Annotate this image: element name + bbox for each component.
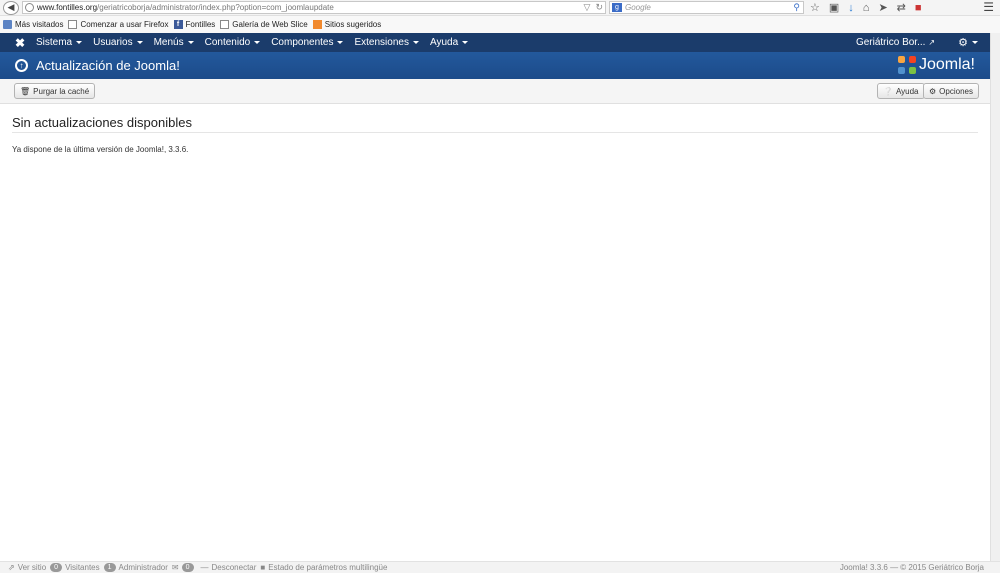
hamburger-menu-icon[interactable]: ☰ <box>983 0 994 15</box>
bookmarks-bar: Más visitados Comenzar a usar Firefox fF… <box>0 16 1000 34</box>
bookmark-most-visited[interactable]: Más visitados <box>3 20 63 29</box>
gear-icon: ⚙ <box>929 86 937 96</box>
caret-icon <box>76 41 83 44</box>
caret-icon <box>136 41 143 44</box>
upload-icon: ↑ <box>15 59 28 72</box>
multilang-status[interactable]: ■ Estado de parámetros multilingüe <box>260 563 387 572</box>
tools-icon[interactable]: ⇄ <box>897 1 906 14</box>
joomla-logo: Joomla! <box>897 54 975 76</box>
content-heading: Sin actualizaciones disponibles <box>12 115 192 130</box>
dropdown-icon[interactable]: ▽ <box>584 2 591 13</box>
admins-indicator: 1 Administrador <box>103 563 168 572</box>
nav-help[interactable]: Ayuda <box>430 37 469 48</box>
footer-copyright: Joomla! 3.3.6 — © 2015 Geriátrico Borja <box>839 563 984 572</box>
search-input[interactable]: g Google ⚲ <box>609 1 804 14</box>
nav-extensions[interactable]: Extensiones <box>354 37 419 48</box>
globe-icon <box>25 3 34 12</box>
gear-icon: ⚙ <box>958 37 968 49</box>
status-message: Ya dispone de la última versión de Jooml… <box>12 145 189 154</box>
trash-icon: 🗑 <box>20 86 31 96</box>
caret-icon <box>337 41 344 44</box>
external-link-icon: ↗ <box>928 38 936 47</box>
download-icon[interactable]: ↓ <box>848 2 854 14</box>
messages-indicator[interactable]: ✉ 0 <box>172 563 197 572</box>
nav-content[interactable]: Contenido <box>205 37 261 48</box>
folder-icon <box>3 20 12 29</box>
back-button[interactable]: ◀ <box>3 0 19 15</box>
caret-icon <box>972 41 978 44</box>
bookmark-suggested[interactable]: Sitios sugeridos <box>312 20 381 29</box>
action-toolbar: 🗑 Purgar la caché ❔ Ayuda ⚙ Opciones <box>0 79 990 104</box>
bookmark-firefox[interactable]: Comenzar a usar Firefox <box>68 20 169 29</box>
view-site-link[interactable]: ⇗ Ver sitio <box>8 563 46 572</box>
page-icon <box>68 20 78 29</box>
star-icon[interactable]: ☆ <box>810 1 820 14</box>
nav-users[interactable]: Usuarios <box>93 37 143 48</box>
joomla-logo-icon <box>897 56 916 74</box>
addon-icon[interactable]: ■ <box>915 2 922 14</box>
caret-icon <box>412 41 419 44</box>
share-icon: ⇗ <box>8 563 15 572</box>
caret-icon <box>462 41 469 44</box>
status-bar: ⇗ Ver sitio 0 Visitantes 1 Administrador ✉ 0… <box>0 561 1000 573</box>
question-icon: ❔ <box>883 86 893 96</box>
bookmark-web-slice[interactable]: Galería de Web Slice <box>220 20 308 29</box>
search-placeholder: Google <box>625 3 651 12</box>
search-icon[interactable]: ⚲ <box>793 2 800 13</box>
web-slice-icon <box>312 20 322 29</box>
site-link[interactable]: Geriátrico Bor... ↗ <box>856 37 935 48</box>
browser-toolbar: ◀ www.fontilles.org/geriatricoborja/admi… <box>0 0 1000 16</box>
help-button[interactable]: ❔ Ayuda <box>877 83 925 99</box>
scrollbar[interactable] <box>990 33 1000 561</box>
logout-link[interactable]: — Desconectar <box>201 563 257 572</box>
home-icon[interactable]: ⌂ <box>863 2 870 14</box>
divider <box>12 132 978 133</box>
google-icon: g <box>612 3 622 12</box>
nav-system[interactable]: Sistema <box>36 37 83 48</box>
browser-icons: ☆ ▣ ↓ ⌂ ➤ ⇄ ■ <box>810 0 922 15</box>
options-button[interactable]: ⚙ Opciones <box>923 83 979 99</box>
purge-cache-button[interactable]: 🗑 Purgar la caché <box>14 83 96 99</box>
caret-icon <box>187 41 194 44</box>
minus-icon: — <box>200 563 209 572</box>
envelope-icon: ✉ <box>171 563 179 572</box>
url-text: www.fontilles.org/geriatricoborja/admini… <box>37 3 334 12</box>
send-icon[interactable]: ➤ <box>878 1 887 14</box>
page-icon <box>220 20 230 29</box>
nav-menus[interactable]: Menús <box>154 37 194 48</box>
nav-components[interactable]: Componentes <box>271 37 344 48</box>
title-bar: ↑ Actualización de Joomla! Joomla! <box>0 52 990 79</box>
comment-icon: ■ <box>260 563 266 572</box>
address-bar[interactable]: www.fontilles.org/geriatricoborja/admini… <box>22 1 606 14</box>
clipboard-icon[interactable]: ▣ <box>829 1 839 14</box>
bookmark-fontilles[interactable]: f Fontilles <box>173 20 215 29</box>
admin-navbar: ✖ Sistema Usuarios Menús Contenido Compo… <box>0 33 990 52</box>
caret-icon <box>254 41 261 44</box>
visitors-indicator: 0 Visitantes <box>50 563 100 572</box>
reload-icon[interactable]: ↻ <box>595 2 603 13</box>
joomla-icon[interactable]: ✖ <box>13 36 27 50</box>
facebook-icon: f <box>173 20 183 29</box>
user-menu[interactable]: ⚙ <box>958 36 978 49</box>
page-title: Actualización de Joomla! <box>36 58 180 73</box>
